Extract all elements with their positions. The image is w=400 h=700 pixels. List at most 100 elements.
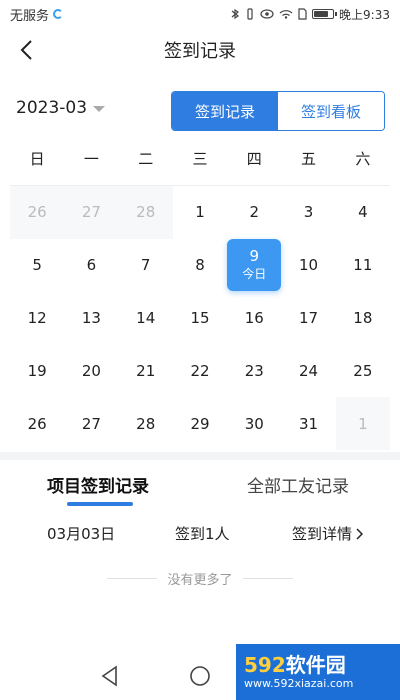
watermark-brand-num: 592 <box>244 653 286 677</box>
tab-all-workers[interactable]: 全部工友记录 <box>247 472 349 497</box>
record-tabs: 项目签到记录 全部工友记录 <box>0 468 400 508</box>
day-number: 12 <box>27 308 47 327</box>
calendar-day[interactable]: 25 <box>336 344 390 397</box>
chevron-right-icon <box>356 527 364 540</box>
calendar-day[interactable]: 7 <box>119 239 173 292</box>
day-number: 28 <box>136 414 156 433</box>
calendar-day[interactable]: 23 <box>227 344 281 397</box>
calendar-day[interactable]: 2 <box>227 186 281 239</box>
day-number: 15 <box>190 308 210 327</box>
no-more-indicator: 没有更多了 <box>0 568 400 588</box>
month-picker[interactable]: 2023-03 <box>16 98 106 118</box>
battery-fill <box>314 11 329 17</box>
calendar-day[interactable]: 20 <box>64 344 118 397</box>
month-value: 2023-03 <box>16 98 88 118</box>
calendar-day[interactable]: 31 <box>281 397 335 450</box>
today-highlight: 9 今日 <box>227 239 282 292</box>
no-more-text: 没有更多了 <box>167 572 233 588</box>
system-back-icon[interactable] <box>98 664 122 688</box>
calendar-day[interactable]: 1 <box>335 397 390 450</box>
site-watermark-logo: 592软件园 www.592xiazai.com <box>236 644 400 700</box>
calendar-day[interactable]: 12 <box>10 292 64 345</box>
back-button[interactable] <box>10 34 42 66</box>
calendar-day[interactable]: 18 <box>336 292 390 345</box>
day-number: 1 <box>358 414 368 433</box>
calendar-day[interactable]: 10 <box>281 239 335 292</box>
calendar-day[interactable]: 30 <box>227 397 281 450</box>
system-home-icon[interactable] <box>188 664 212 688</box>
weekday-label: 六 <box>355 150 371 168</box>
record-detail-link[interactable]: 签到详情 <box>292 523 364 544</box>
tab-sign-records[interactable]: 签到记录 <box>172 92 278 130</box>
calendar-day[interactable]: 19 <box>10 344 64 397</box>
day-number: 4 <box>358 203 368 222</box>
weekday-label: 日 <box>29 150 45 168</box>
day-number: 26 <box>27 414 47 433</box>
clock-text: 晚上9:33 <box>339 7 390 22</box>
battery-icon <box>312 9 338 19</box>
day-number: 26 <box>27 203 47 222</box>
tab-project-records[interactable]: 项目签到记录 <box>47 472 149 497</box>
loading-icon <box>53 9 64 19</box>
calendar-day[interactable]: 28 <box>119 397 173 450</box>
record-date: 03月03日 <box>47 525 116 543</box>
calendar-day[interactable]: 24 <box>281 344 335 397</box>
calendar-day[interactable]: 14 <box>119 292 173 345</box>
calendar-day[interactable]: 27 <box>64 397 118 450</box>
day-number: 21 <box>136 361 156 380</box>
day-number: 27 <box>81 414 101 433</box>
status-right: 晚上9:33 <box>230 6 390 23</box>
calendar-day[interactable]: 15 <box>173 292 227 345</box>
calendar-day[interactable]: 4 <box>336 186 390 239</box>
calendar-day[interactable]: 22 <box>173 344 227 397</box>
record-count: 签到1人 <box>175 525 230 543</box>
calendar-day[interactable]: 17 <box>281 292 335 345</box>
calendar-day[interactable]: 3 <box>281 186 335 239</box>
watermark-brand: 592软件园 <box>244 653 400 677</box>
weekday-label: 二 <box>138 150 154 168</box>
weekday-label: 三 <box>192 150 208 168</box>
calendar-day[interactable]: 26 <box>10 186 65 239</box>
calendar-day[interactable]: 11 <box>336 239 390 292</box>
day-number: 24 <box>299 361 319 380</box>
day-number: 29 <box>190 414 210 433</box>
wifi-icon <box>279 10 293 19</box>
calendar-day[interactable]: 29 <box>173 397 227 450</box>
weekday-header: 日一二三四五六 <box>10 148 390 176</box>
calendar-grid: 26 27 28 1 2 3 4 5 6 7 8 9 今日 10 11 12 13 14 15 16 17 18 19 20 2… <box>10 186 390 450</box>
divider <box>107 577 158 579</box>
bluetooth-icon <box>231 8 240 20</box>
sim-error-icon <box>298 8 307 20</box>
calendar-day[interactable]: 1 <box>173 186 227 239</box>
day-number: 20 <box>81 361 101 380</box>
day-number: 10 <box>299 256 319 275</box>
day-number: 9 <box>249 247 260 266</box>
day-number: 30 <box>244 414 264 433</box>
status-bar: 无服务 晚上9:33 <box>0 0 400 28</box>
caret-down-icon <box>93 106 106 112</box>
day-number: 16 <box>244 308 264 327</box>
day-number: 11 <box>353 256 373 275</box>
calendar-day[interactable]: 27 <box>64 186 119 239</box>
day-number: 25 <box>353 361 373 380</box>
day-number: 14 <box>136 308 156 327</box>
calendar-day[interactable]: 5 <box>10 239 64 292</box>
calendar-day-today[interactable]: 9 今日 <box>227 239 282 292</box>
day-number: 7 <box>140 256 151 275</box>
calendar-day[interactable]: 8 <box>173 239 227 292</box>
day-number: 17 <box>299 308 319 327</box>
view-toggle: 签到记录 签到看板 <box>171 91 385 131</box>
page-title: 签到记录 <box>164 41 236 62</box>
eye-icon <box>260 9 274 19</box>
calendar-day[interactable]: 13 <box>64 292 118 345</box>
calendar-day[interactable]: 16 <box>227 292 281 345</box>
day-number: 13 <box>81 308 101 327</box>
tab-sign-board[interactable]: 签到看板 <box>278 92 384 130</box>
calendar-day[interactable]: 21 <box>119 344 173 397</box>
calendar-day[interactable]: 6 <box>64 239 118 292</box>
day-number: 3 <box>303 203 314 222</box>
divider <box>242 577 293 579</box>
calendar-day[interactable]: 28 <box>118 186 173 239</box>
carrier-text: 无服务 <box>10 8 50 24</box>
calendar-day[interactable]: 26 <box>10 397 64 450</box>
